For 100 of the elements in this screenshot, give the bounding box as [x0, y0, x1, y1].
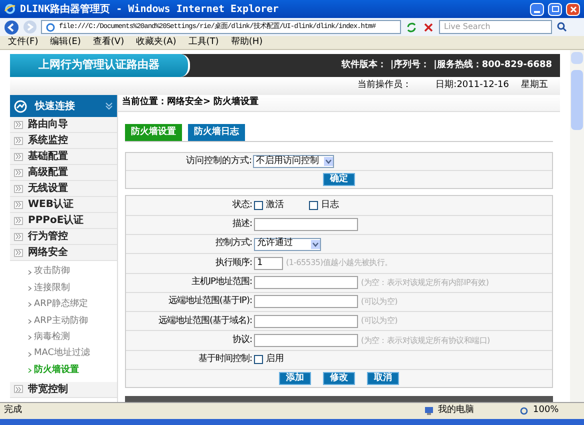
sidebar-item[interactable]: 网络安全: [10, 245, 117, 261]
sidebar-header[interactable]: 快速连接: [10, 95, 117, 117]
maximize-button[interactable]: [548, 2, 562, 16]
checkbox-label: 日志: [321, 198, 339, 212]
header-title: 上网行为管理认证路由器: [10, 54, 190, 77]
input-field[interactable]: [254, 334, 358, 348]
chevron-icon: [28, 270, 32, 275]
chevron-icon: [28, 286, 32, 292]
minimize-button[interactable]: [530, 2, 544, 16]
menu-item[interactable]: 工具(T): [188, 36, 219, 50]
zone-text: 我的电脑: [438, 404, 474, 418]
expand-icon: [14, 216, 23, 224]
search-icon[interactable]: [556, 21, 568, 33]
submenu-item[interactable]: 病毒检测: [10, 330, 117, 346]
menu-item[interactable]: 文件(F): [8, 36, 38, 50]
input-field[interactable]: [254, 295, 358, 308]
stop-icon[interactable]: [422, 20, 435, 34]
browser-icon: [4, 3, 16, 15]
expand-icon: [14, 120, 23, 128]
header-info: 软件版本：: [341, 58, 386, 72]
chevron-icon: [28, 335, 32, 340]
input-field[interactable]: 1: [254, 256, 283, 270]
input-field[interactable]: [254, 276, 358, 290]
sidebar-item[interactable]: 路由向导: [10, 117, 117, 133]
field-label: 远端地址范围(基于域名):: [157, 314, 253, 328]
expand-icon: [14, 184, 23, 192]
window-title: DLINK路由器管理页 - Windows Internet Explorer: [20, 2, 280, 16]
operator-label: 当前操作员：: [358, 79, 412, 92]
confirm-button[interactable]: 确定: [323, 173, 355, 186]
collapse-icon[interactable]: [105, 102, 113, 110]
sidebar-item[interactable]: 行为管控: [10, 229, 117, 245]
chevron-icon: [28, 302, 32, 308]
scrollbar[interactable]: [570, 50, 584, 402]
field-label: 基于时间控制:: [197, 353, 253, 366]
form-button[interactable]: 添加: [279, 372, 311, 385]
submenu-item[interactable]: 连接限制: [10, 280, 117, 297]
header-info: |序列号：: [390, 58, 430, 72]
sidebar-item[interactable]: 基础配置: [10, 149, 117, 165]
field-label: 访问控制的方式:: [184, 155, 253, 168]
sidebar-item[interactable]: 带宽控制: [10, 382, 117, 398]
header-info: |服务热线：800-829-6688: [434, 58, 552, 72]
refresh-icon[interactable]: [405, 20, 418, 34]
hint-text: (为空：表示对该规定所有协议和端口): [361, 334, 490, 347]
logo-icon: [14, 100, 27, 112]
expand-icon: [14, 232, 23, 240]
access-select[interactable]: 不启用访问控制: [253, 155, 334, 168]
form-button[interactable]: 修改: [323, 372, 355, 385]
field-label: 主机IP地址范围:: [190, 276, 253, 289]
field-label: 状态:: [231, 198, 253, 212]
expand-icon: [14, 136, 23, 144]
tab[interactable]: 防火墙日志: [188, 124, 245, 142]
sidebar-title: 快速连接: [35, 100, 76, 114]
submenu-item[interactable]: 攻击防御: [10, 264, 117, 280]
expand-icon: [14, 152, 23, 160]
menu-item[interactable]: 收藏夹(A): [136, 36, 176, 50]
checkbox[interactable]: [309, 200, 318, 210]
status-text: 完成: [4, 404, 23, 418]
submenu-item[interactable]: ARP主动防御: [10, 313, 117, 330]
sidebar-item[interactable]: PPPoE认证: [10, 213, 117, 229]
close-icon: [570, 6, 576, 12]
field-label: 远端地址范围(基于IP):: [167, 295, 253, 308]
expand-icon: [14, 248, 23, 256]
checkbox[interactable]: [254, 200, 263, 210]
menu-item[interactable]: 帮助(H): [230, 36, 263, 50]
checkbox[interactable]: [254, 355, 263, 364]
menu-item[interactable]: 查看(V): [92, 36, 124, 50]
breadcrumb: 当前位置：网络安全> 防火墙设置: [118, 95, 560, 112]
field-label: 描述:: [231, 218, 253, 232]
tab[interactable]: 防火墙设置: [125, 124, 182, 142]
field-label: 协议:: [231, 334, 253, 347]
input-field[interactable]: [254, 218, 358, 232]
sidebar-item[interactable]: 无线设置: [10, 181, 117, 197]
chevron-icon: [28, 352, 32, 357]
control-select[interactable]: 允许通过: [254, 238, 321, 251]
checkbox-label: 启用: [266, 353, 284, 366]
submenu-item[interactable]: ARP静态绑定: [10, 296, 117, 314]
checkbox-label: 激活: [266, 198, 284, 212]
zoom-text[interactable]: 100%: [533, 404, 559, 418]
date-text: 日期:2011-12-16: [436, 79, 509, 92]
sidebar-item[interactable]: 系统监控: [10, 133, 117, 149]
back-icon[interactable]: [4, 20, 19, 34]
expand-icon: [14, 168, 23, 176]
hint-text: (可以为空): [361, 315, 398, 328]
field-label: 执行顺序:: [214, 256, 253, 270]
close-button[interactable]: [566, 2, 580, 16]
chevron-icon: [28, 368, 32, 374]
input-field[interactable]: [254, 314, 358, 328]
expand-icon: [14, 200, 23, 208]
computer-icon: [424, 406, 434, 416]
sidebar-item[interactable]: WEB认证: [10, 197, 117, 213]
expand-icon: [14, 385, 23, 394]
sidebar-item[interactable]: 高级配置: [10, 165, 117, 181]
menu-item[interactable]: 编辑(E): [50, 36, 81, 50]
hint-text: (1-65535)值越小越先被执行。: [286, 257, 392, 270]
weekday-text: 星期五: [521, 79, 548, 92]
form-button[interactable]: 取消: [367, 372, 399, 385]
submenu-item[interactable]: MAC地址过滤: [10, 346, 117, 362]
hint-text: (为空：表示对该规定所有内部IP有效): [361, 276, 489, 289]
dropdown-icon: [324, 157, 333, 166]
field-label: 控制方式:: [214, 237, 253, 250]
